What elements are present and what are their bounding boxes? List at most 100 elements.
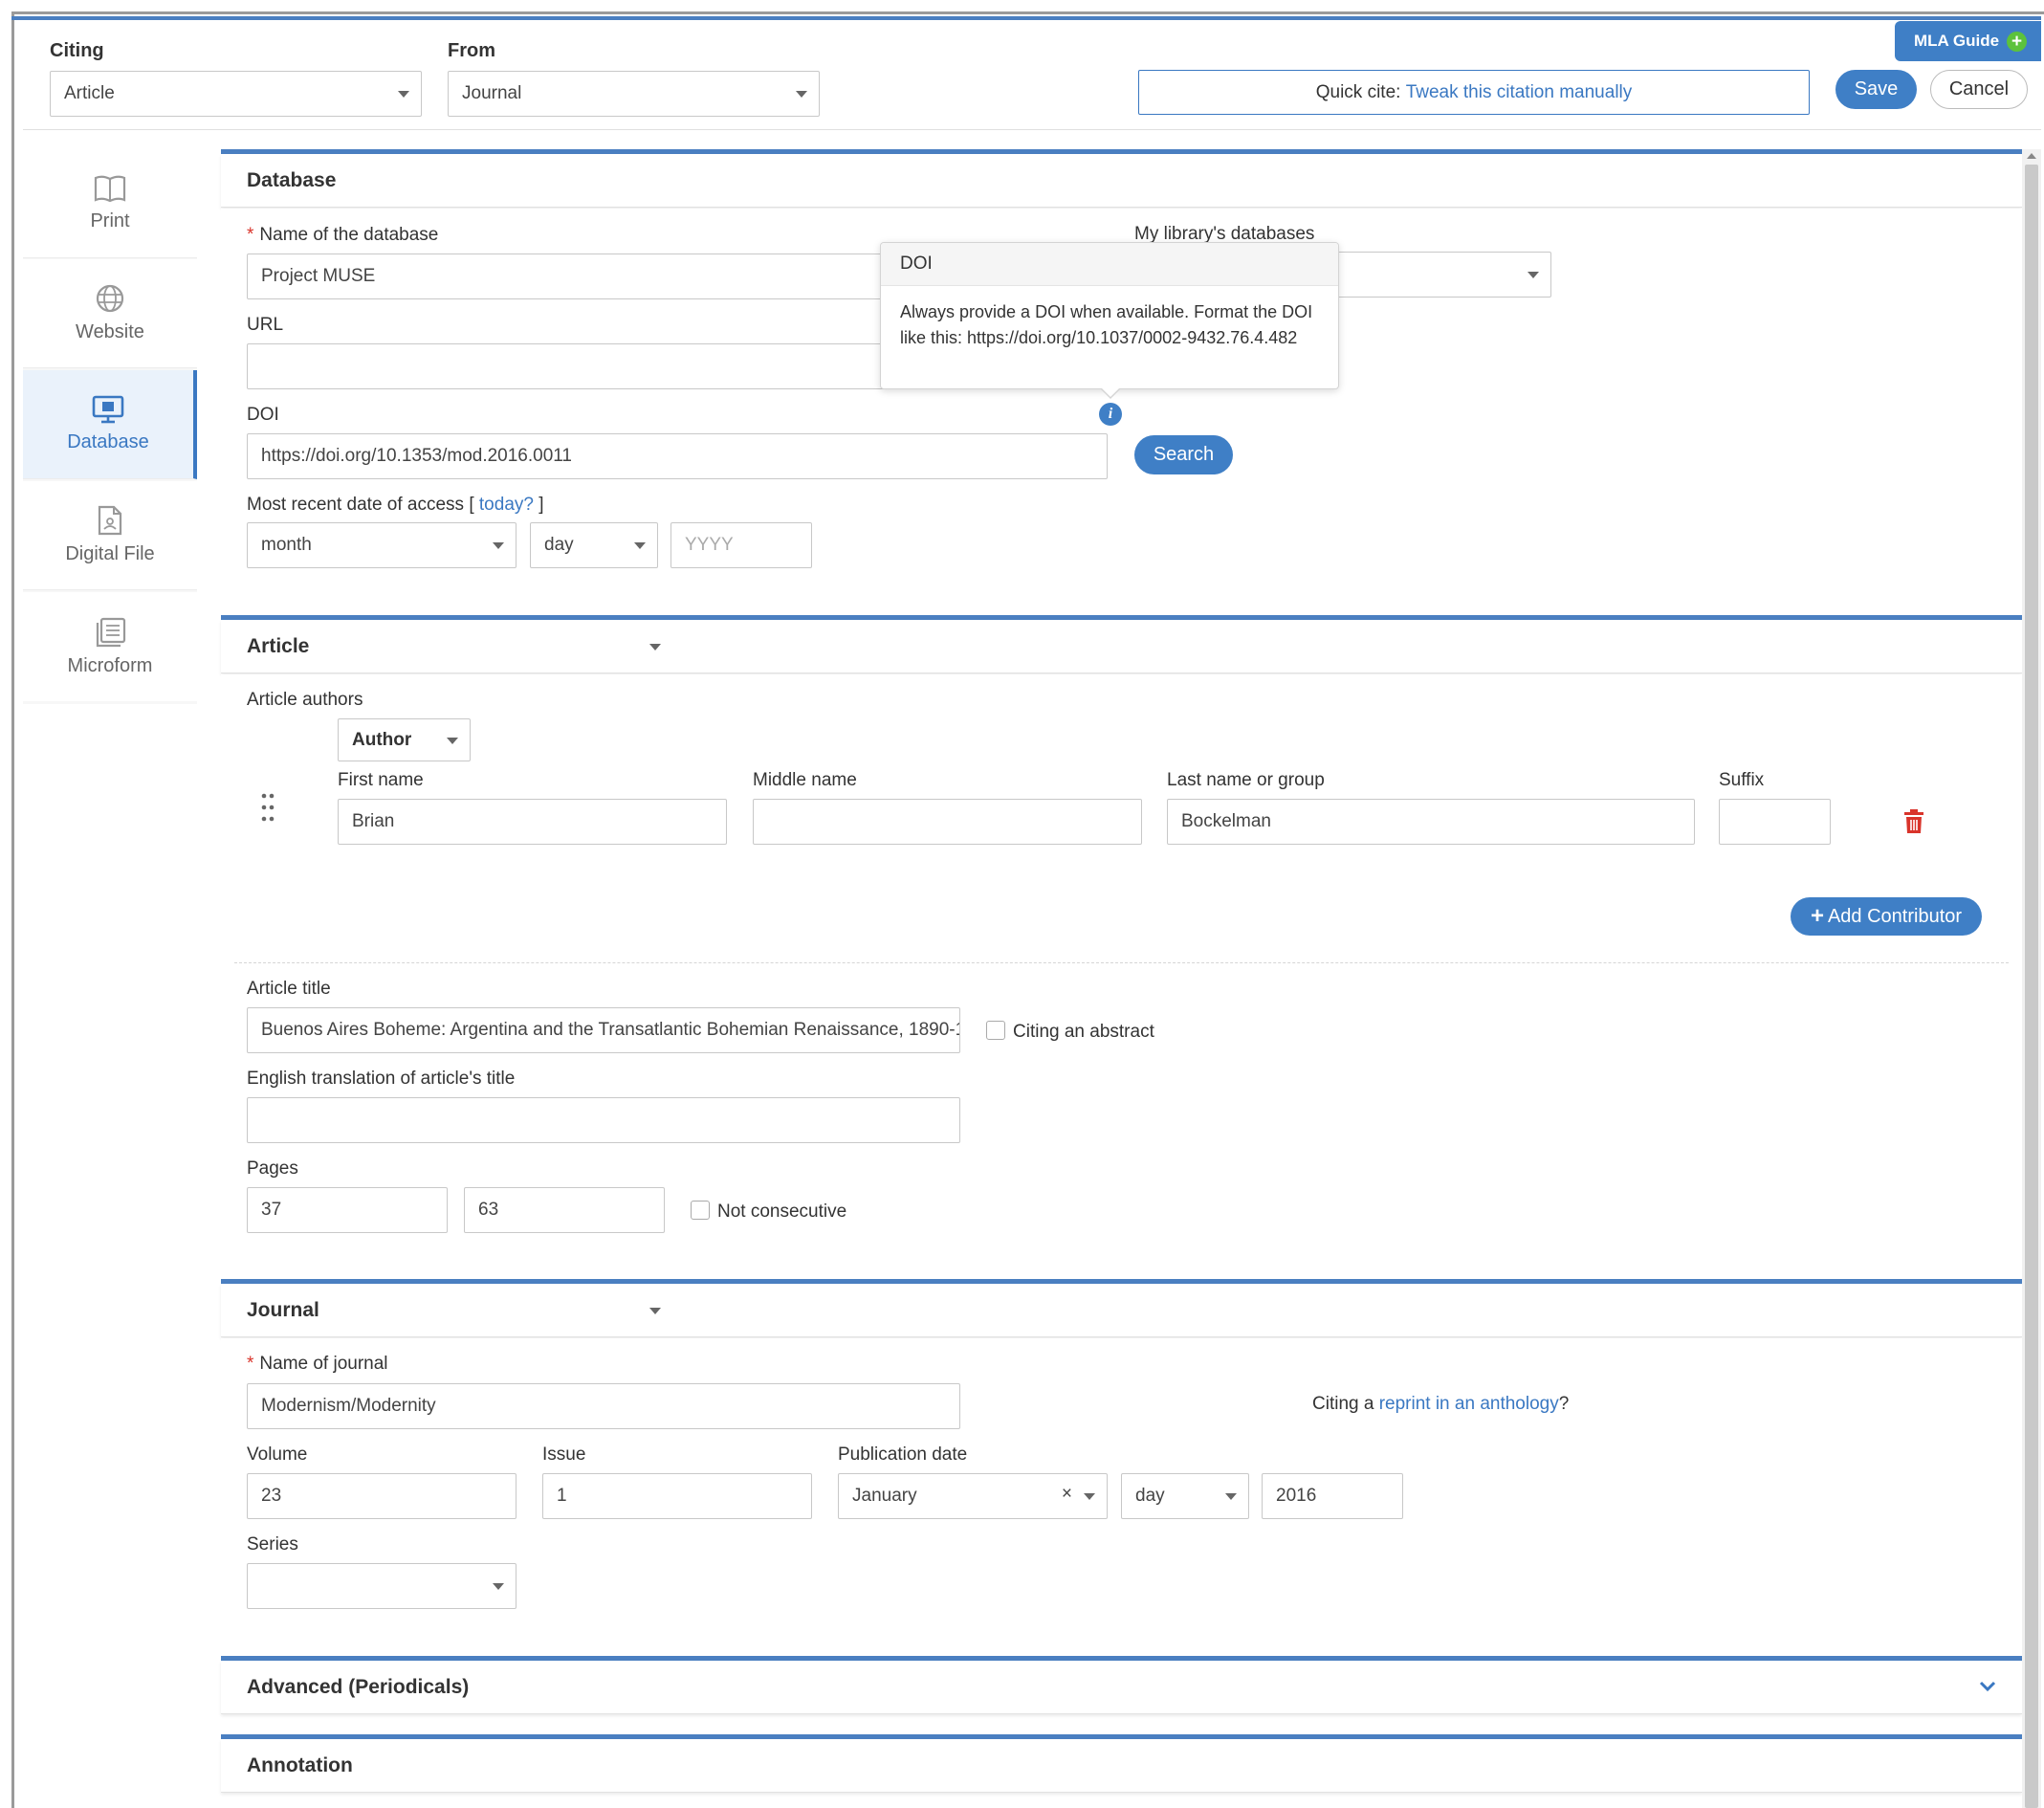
doi-search-button[interactable]: Search bbox=[1134, 435, 1233, 474]
journal-name-label: * Name of journal bbox=[247, 1354, 388, 1375]
translation-input[interactable] bbox=[247, 1097, 960, 1143]
chevron-down-icon bbox=[447, 737, 458, 744]
chevron-down-icon bbox=[1225, 1493, 1237, 1500]
publication-year-input[interactable]: 2016 bbox=[1262, 1473, 1403, 1519]
quick-cite-link[interactable]: Tweak this citation manually bbox=[1406, 82, 1633, 103]
scrollbar-thumb[interactable] bbox=[2025, 165, 2038, 1808]
add-contributor-label: Add Contributor bbox=[1827, 905, 1963, 927]
citing-abstract-checkbox[interactable] bbox=[986, 1021, 1005, 1040]
tooltip-body: Always provide a DOI when available. For… bbox=[900, 302, 1313, 347]
save-button[interactable]: Save bbox=[1835, 70, 1917, 109]
doi-label: DOI bbox=[247, 405, 279, 425]
reprint-suffix: ? bbox=[1558, 1394, 1570, 1414]
publication-day-select[interactable]: day bbox=[1121, 1473, 1249, 1519]
page-start-input[interactable]: 37 bbox=[247, 1187, 448, 1233]
sidebar-item-digital-file[interactable]: Digital File bbox=[23, 481, 197, 590]
bracket-close: ] bbox=[533, 495, 544, 515]
top-accent-line bbox=[11, 16, 2041, 20]
reprint-prompt: Citing a reprint in an anthology? bbox=[1312, 1394, 1569, 1415]
quick-cite-box[interactable]: Quick cite: Tweak this citation manually bbox=[1138, 70, 1810, 115]
series-select[interactable] bbox=[247, 1563, 516, 1609]
citing-select[interactable]: Article bbox=[50, 71, 422, 117]
sidebar-item-label: Print bbox=[90, 210, 130, 232]
volume-input[interactable]: 23 bbox=[247, 1473, 516, 1519]
journal-section-header[interactable]: Journal bbox=[221, 1284, 2022, 1337]
first-name-value: Brian bbox=[352, 811, 395, 831]
plus-icon: + bbox=[1810, 903, 1824, 929]
series-label: Series bbox=[247, 1534, 298, 1554]
quick-cite-prefix: Quick cite: bbox=[1315, 81, 1406, 102]
annotation-section-header[interactable]: Annotation bbox=[221, 1739, 2022, 1793]
sidebar-item-website[interactable]: Website bbox=[23, 259, 197, 368]
volume-value: 23 bbox=[261, 1486, 282, 1506]
sidebar-item-print[interactable]: Print bbox=[23, 149, 197, 258]
publication-month-value: January bbox=[852, 1486, 917, 1506]
section-title: Article bbox=[247, 635, 310, 657]
page-start-value: 37 bbox=[261, 1200, 282, 1220]
journal-name-value: Modernism/Modernity bbox=[261, 1396, 436, 1416]
plus-circle-icon: + bbox=[2007, 31, 2028, 52]
issue-label: Issue bbox=[542, 1444, 586, 1465]
suffix-input[interactable] bbox=[1719, 799, 1831, 845]
book-icon bbox=[94, 175, 126, 203]
chevron-down-icon bbox=[493, 1583, 504, 1590]
mla-guide-tab[interactable]: MLA Guide + bbox=[1895, 21, 2041, 61]
clear-icon[interactable]: × bbox=[1062, 1484, 1072, 1505]
access-day-select[interactable]: day bbox=[530, 522, 658, 568]
access-year-input[interactable]: YYYY bbox=[670, 522, 812, 568]
not-consecutive-checkbox[interactable] bbox=[691, 1201, 710, 1220]
access-year-placeholder: YYYY bbox=[685, 535, 734, 555]
chevron-down-icon bbox=[1528, 272, 1539, 278]
scroll-up-icon[interactable] bbox=[2027, 153, 2036, 159]
access-month-select[interactable]: month bbox=[247, 522, 516, 568]
reprint-link[interactable]: reprint in an anthology bbox=[1379, 1394, 1559, 1414]
cancel-button[interactable]: Cancel bbox=[1930, 70, 2028, 109]
access-date-label-text: Most recent date of access bbox=[247, 495, 465, 515]
issue-input[interactable]: 1 bbox=[542, 1473, 812, 1519]
article-authors-label: Article authors bbox=[247, 690, 363, 710]
access-month-value: month bbox=[261, 535, 312, 555]
contributor-role-select[interactable]: Author bbox=[338, 718, 471, 761]
issue-value: 1 bbox=[557, 1486, 567, 1506]
doi-value: https://doi.org/10.1353/mod.2016.0011 bbox=[261, 446, 573, 466]
citing-value: Article bbox=[64, 83, 115, 103]
from-value: Journal bbox=[462, 83, 522, 103]
pages-label: Pages bbox=[247, 1158, 298, 1179]
trash-icon[interactable] bbox=[1903, 809, 1924, 834]
chevron-down-icon bbox=[493, 542, 504, 549]
chevron-down-icon bbox=[398, 91, 409, 98]
sidebar-item-label: Database bbox=[67, 431, 149, 452]
required-marker: * bbox=[247, 225, 254, 245]
citing-abstract-label: Citing an abstract bbox=[1013, 1022, 1154, 1042]
mla-guide-label: MLA Guide bbox=[1914, 32, 2000, 50]
article-section-header[interactable]: Article bbox=[221, 620, 2022, 673]
publication-month-select[interactable]: January × bbox=[838, 1473, 1108, 1519]
last-name-input[interactable]: Bockelman bbox=[1167, 799, 1695, 845]
not-consecutive-label: Not consecutive bbox=[717, 1202, 847, 1222]
first-name-input[interactable]: Brian bbox=[338, 799, 727, 845]
info-icon[interactable]: i bbox=[1099, 403, 1122, 426]
today-link[interactable]: today? bbox=[479, 495, 534, 515]
tooltip-title: DOI bbox=[881, 243, 1338, 286]
article-title-input[interactable]: Buenos Aires Boheme: Argentina and the T… bbox=[247, 1007, 960, 1053]
page-end-value: 63 bbox=[478, 1200, 499, 1220]
middle-name-label: Middle name bbox=[753, 770, 857, 790]
journal-name-input[interactable]: Modernism/Modernity bbox=[247, 1383, 960, 1429]
sidebar-item-database[interactable]: Database bbox=[23, 370, 197, 479]
from-select[interactable]: Journal bbox=[448, 71, 820, 117]
reprint-prefix: Citing a bbox=[1312, 1394, 1379, 1414]
middle-name-input[interactable] bbox=[753, 799, 1142, 845]
add-contributor-button[interactable]: + Add Contributor bbox=[1791, 897, 1982, 936]
citing-label: Citing bbox=[50, 40, 104, 61]
page-end-input[interactable]: 63 bbox=[464, 1187, 665, 1233]
file-icon bbox=[98, 505, 122, 536]
from-label: From bbox=[448, 40, 495, 61]
sidebar-item-microform[interactable]: Microform bbox=[23, 592, 197, 701]
sidebar-item-label: Website bbox=[76, 321, 144, 342]
doi-input[interactable]: https://doi.org/10.1353/mod.2016.0011 bbox=[247, 433, 1108, 479]
advanced-section-header[interactable]: Advanced (Periodicals) bbox=[221, 1661, 2022, 1714]
access-date-label: Most recent date of access [ today? ] bbox=[247, 495, 544, 516]
chevron-down-icon bbox=[1084, 1493, 1095, 1500]
drag-handle-icon[interactable] bbox=[260, 793, 275, 822]
globe-icon bbox=[96, 284, 124, 313]
